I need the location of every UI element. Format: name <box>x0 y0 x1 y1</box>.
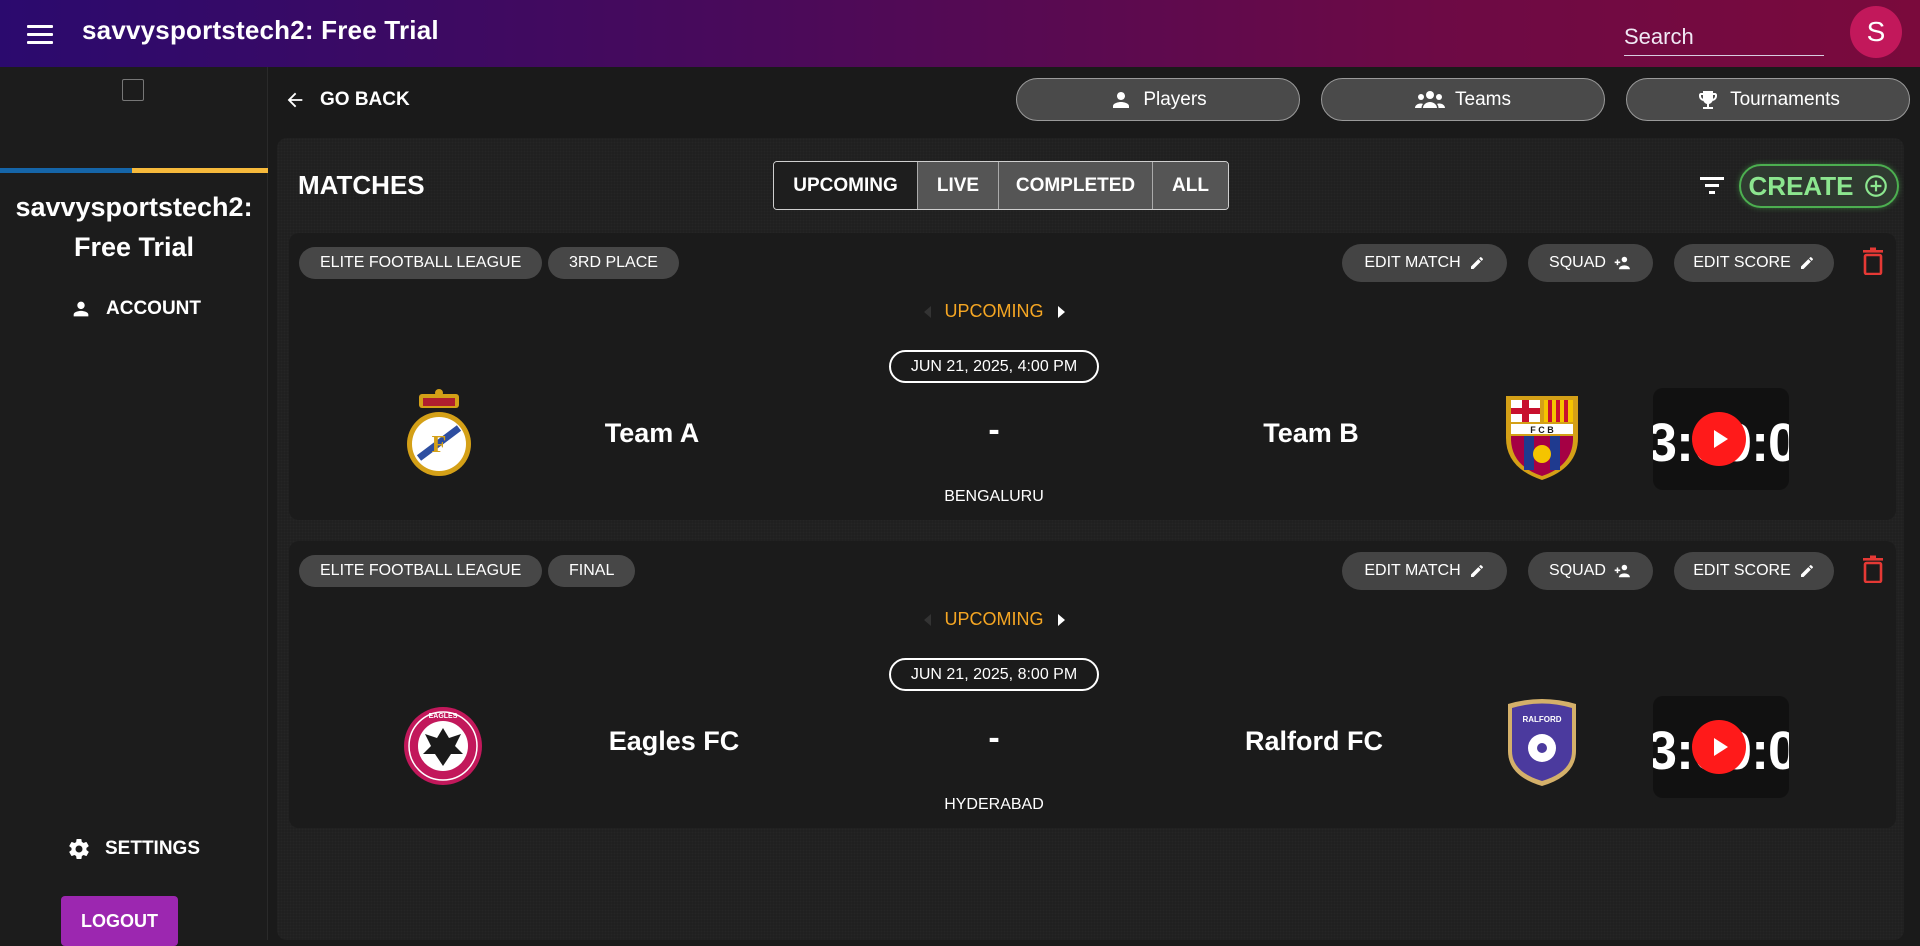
sidebar-item-settings[interactable]: SETTINGS <box>67 837 200 861</box>
add-circle-icon <box>1865 175 1888 197</box>
ralford-football-club-badge-icon: RALFORD <box>1508 699 1576 786</box>
real-madrid-crest-icon: F <box>407 389 471 476</box>
person-add-icon <box>1614 256 1630 270</box>
person-icon <box>73 301 89 317</box>
create-label: CREATE <box>1748 170 1854 201</box>
edit-score-button[interactable]: EDIT SCORE <box>1674 244 1834 282</box>
brand-stripe <box>0 168 268 173</box>
home-team-name: Eagles FC <box>608 726 740 756</box>
page-title: MATCHES <box>298 170 425 200</box>
eagles-football-club-badge-icon: EAGLES <box>404 707 482 785</box>
squad-button[interactable]: SQUAD <box>1528 552 1653 590</box>
trophy-icon <box>1699 90 1718 109</box>
svg-text:F: F <box>432 432 447 458</box>
round-chip: 3RD PLACE <box>548 247 679 279</box>
trash-icon[interactable] <box>1862 247 1884 275</box>
video-thumbnail[interactable]: 3:00:00 <box>1653 388 1789 490</box>
match-datetime: JUN 21, 2025, 4:00 PM <box>889 350 1099 383</box>
status-label: UPCOMING <box>944 301 1044 321</box>
tournaments-label: Tournaments <box>1730 88 1840 110</box>
play-icon[interactable] <box>1692 412 1746 466</box>
top-app-bar: savvysportstech2: Free Trial S <box>0 0 1920 67</box>
person-add-icon <box>1614 564 1630 578</box>
edit-match-label: EDIT MATCH <box>1364 562 1461 579</box>
go-back-label: GO BACK <box>320 89 410 110</box>
teams-button[interactable]: Teams <box>1321 78 1605 121</box>
edit-score-label: EDIT SCORE <box>1693 562 1791 579</box>
sidebar: savvysportstech2: Free Trial ACCOUNT SET… <box>0 67 268 946</box>
squad-label: SQUAD <box>1549 562 1606 579</box>
pencil-icon <box>1800 564 1813 577</box>
tab-completed[interactable]: COMPLETED <box>998 162 1152 209</box>
players-label: Players <box>1143 88 1207 110</box>
sidebar-item-account[interactable]: ACCOUNT <box>70 298 201 320</box>
app-title: savvysportstech2: Free Trial <box>82 15 439 45</box>
round-chip: FINAL <box>548 555 636 587</box>
squad-button[interactable]: SQUAD <box>1528 244 1653 282</box>
match-filter-tabs: UPCOMING LIVE COMPLETED ALL <box>773 161 1229 210</box>
svg-text:EAGLES: EAGLES <box>429 713 458 720</box>
league-chip: ELITE FOOTBALL LEAGUE <box>299 555 543 587</box>
score: - <box>988 411 1000 449</box>
tournaments-button[interactable]: Tournaments <box>1626 78 1910 121</box>
edit-match-button[interactable]: EDIT MATCH <box>1342 244 1507 282</box>
home-team-name: Team A <box>604 418 700 448</box>
venue: HYDERABAD <box>944 796 1044 813</box>
sidebar-item-label: SETTINGS <box>105 838 201 859</box>
svg-text:F C B: F C B <box>1530 425 1554 435</box>
pencil-icon <box>1800 256 1813 269</box>
tab-all[interactable]: ALL <box>1152 162 1228 209</box>
fc-barcelona-crest-icon: F C B <box>1506 396 1578 480</box>
previous-status-icon <box>923 613 931 626</box>
logout-button[interactable]: LOGOUT <box>61 896 178 946</box>
create-button[interactable]: CREATE <box>1739 164 1899 208</box>
edit-score-label: EDIT SCORE <box>1693 254 1791 271</box>
gear-icon <box>69 839 89 860</box>
match-datetime: JUN 21, 2025, 8:00 PM <box>889 658 1099 691</box>
league-chip: ELITE FOOTBALL LEAGUE <box>299 247 543 279</box>
filter-icon[interactable] <box>1697 172 1727 198</box>
trash-icon[interactable] <box>1862 555 1884 583</box>
search-field[interactable] <box>1624 18 1824 56</box>
match-card: ELITE FOOTBALL LEAGUE 3RD PLACE EDIT MAT… <box>289 233 1896 520</box>
tab-live[interactable]: LIVE <box>917 162 998 209</box>
arrow-left-icon <box>287 92 303 108</box>
venue: BENGALURU <box>944 488 1044 505</box>
edit-match-button[interactable]: EDIT MATCH <box>1342 552 1507 590</box>
broken-image-icon <box>122 79 144 101</box>
teams-label: Teams <box>1455 88 1511 110</box>
status-row: UPCOMING <box>289 609 1699 630</box>
next-status-icon[interactable] <box>1057 613 1065 626</box>
next-status-icon[interactable] <box>1057 305 1065 318</box>
pencil-icon <box>1470 256 1483 269</box>
groups-icon <box>1415 90 1446 108</box>
person-icon <box>1113 91 1130 108</box>
edit-match-label: EDIT MATCH <box>1364 254 1461 271</box>
sidebar-item-label: ACCOUNT <box>106 298 201 319</box>
svg-text:RALFORD: RALFORD <box>1522 715 1561 724</box>
previous-status-icon <box>923 305 931 318</box>
tab-upcoming[interactable]: UPCOMING <box>774 162 917 209</box>
squad-label: SQUAD <box>1549 254 1606 271</box>
organization-name: savvysportstech2: Free Trial <box>15 192 253 262</box>
score: - <box>988 719 1000 757</box>
go-back-button[interactable]: GO BACK <box>284 89 410 111</box>
status-row: UPCOMING <box>289 301 1699 322</box>
play-icon[interactable] <box>1692 720 1746 774</box>
pencil-icon <box>1470 564 1483 577</box>
match-card: ELITE FOOTBALL LEAGUE FINAL EDIT MATCH S… <box>289 541 1896 828</box>
status-label: UPCOMING <box>944 609 1044 629</box>
avatar[interactable]: S <box>1850 6 1902 58</box>
video-thumbnail[interactable]: 3:00:00 <box>1653 696 1789 798</box>
search-input[interactable] <box>1624 18 1824 55</box>
away-team-name: Ralford FC <box>1245 726 1383 756</box>
players-button[interactable]: Players <box>1016 78 1300 121</box>
menu-icon[interactable] <box>24 18 56 50</box>
away-team-name: Team B <box>1263 418 1359 448</box>
edit-score-button[interactable]: EDIT SCORE <box>1674 552 1834 590</box>
